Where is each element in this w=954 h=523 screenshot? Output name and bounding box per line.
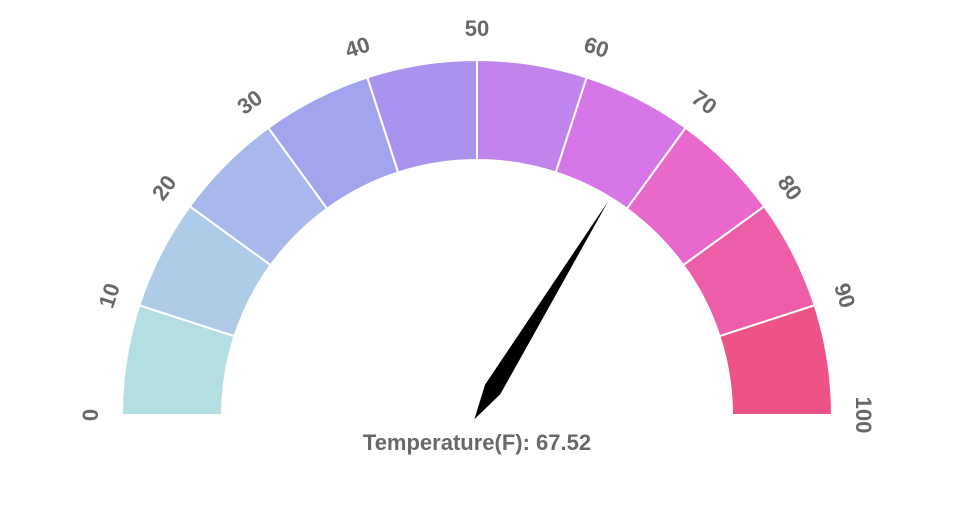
- gauge-tick-label: 10: [94, 280, 125, 311]
- gauge-tick-label: 50: [465, 16, 489, 41]
- gauge-tick-label: 70: [687, 85, 722, 120]
- gauge-tick-label: 0: [78, 409, 103, 421]
- gauge-tick-label: 30: [232, 85, 267, 120]
- gauge-tick-label: 100: [851, 397, 876, 434]
- gauge-needle: [474, 201, 608, 419]
- gauge-readout: Temperature(F): 67.52: [363, 430, 591, 455]
- temperature-gauge: 0 10 20 30 40 50 60 70 80 90 100 Temperature(F): 67…: [0, 0, 954, 523]
- gauge-tick-label: 80: [773, 170, 808, 205]
- gauge-svg: 0 10 20 30 40 50 60 70 80 90 100 Temperature(F): 67…: [0, 0, 954, 523]
- gauge-tick-label: 40: [342, 32, 373, 63]
- gauge-tick-label: 60: [581, 32, 612, 63]
- gauge-tick-label: 90: [829, 280, 860, 311]
- gauge-tick-label: 20: [147, 170, 182, 205]
